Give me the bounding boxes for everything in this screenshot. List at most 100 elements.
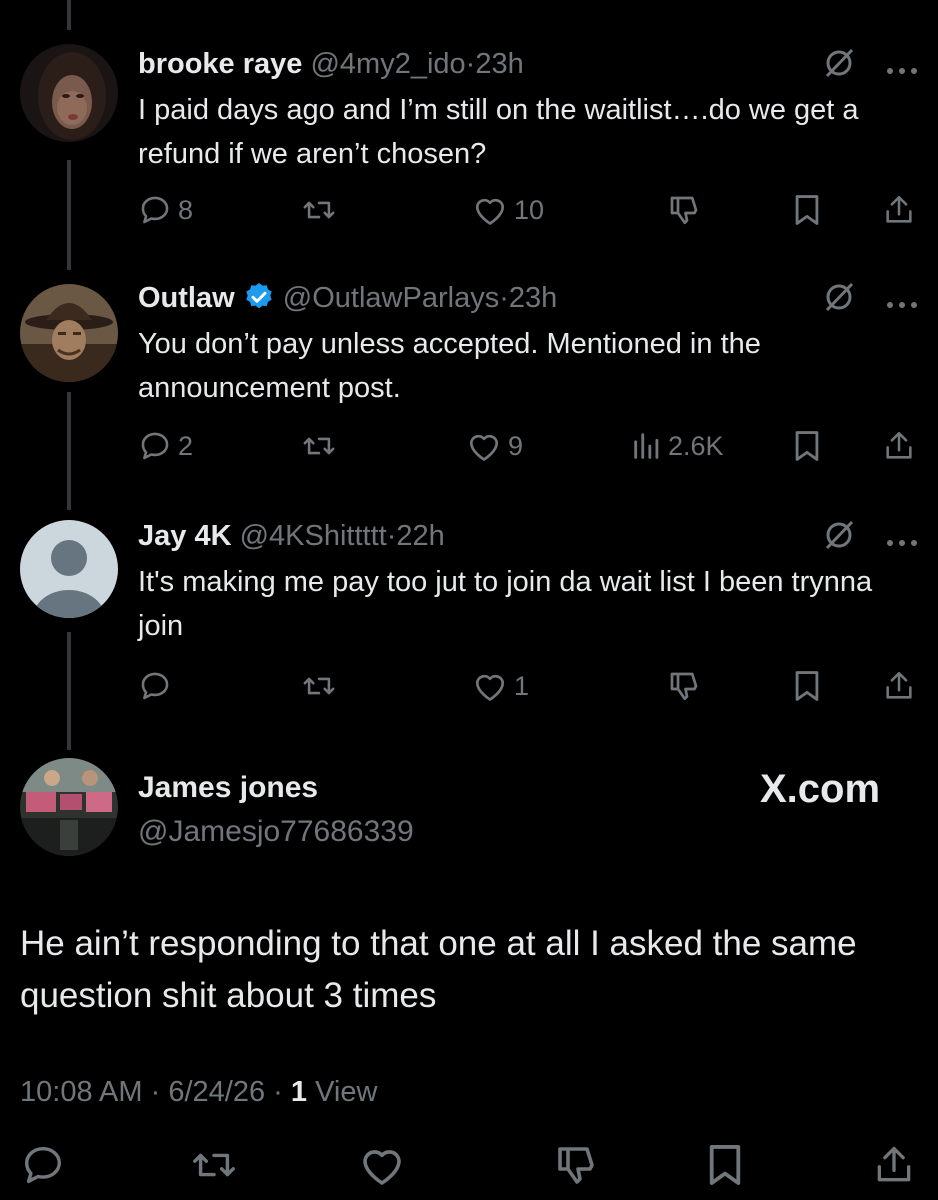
repost-button[interactable] <box>300 666 338 706</box>
like-button[interactable]: 1 <box>472 666 529 706</box>
dislike-button[interactable] <box>666 666 702 706</box>
like-icon <box>475 674 505 701</box>
post-time[interactable]: 10:08 AM <box>20 1076 143 1108</box>
more-icon[interactable] <box>886 534 918 552</box>
repost-icon <box>303 437 335 455</box>
thread-line <box>67 0 71 30</box>
reply-button[interactable]: 8 <box>138 190 193 230</box>
bookmark-button[interactable] <box>792 426 822 466</box>
more-icon[interactable] <box>886 62 918 80</box>
tweet-text: You don’t pay unless accepted. Mentioned… <box>138 328 761 404</box>
tweet-text: I paid days ago and I’m still on the wai… <box>138 94 859 170</box>
author-name[interactable]: brooke raye <box>138 48 302 80</box>
dislike-icon <box>670 196 698 225</box>
reply-button[interactable]: 2 <box>138 426 193 466</box>
share-icon <box>886 195 912 223</box>
author-name[interactable]: Jay 4K <box>138 520 232 552</box>
like-icon <box>469 434 499 461</box>
views-icon <box>634 433 659 459</box>
author-name[interactable]: Outlaw <box>138 282 235 314</box>
author-handle[interactable]: @OutlawParlays <box>283 282 499 314</box>
like-button[interactable]: 9 <box>466 426 523 466</box>
tweet-header: brooke raye @4my2_ido·23h <box>138 44 524 84</box>
share-button[interactable] <box>882 190 916 230</box>
like-count: 10 <box>514 194 545 225</box>
grok-icon[interactable] <box>822 518 856 557</box>
like-icon <box>363 1150 401 1185</box>
share-icon <box>877 1146 911 1182</box>
repost-button[interactable] <box>300 426 338 466</box>
thread-line <box>67 632 71 750</box>
repost-icon <box>303 201 335 219</box>
verified-icon <box>246 283 272 309</box>
reply-icon <box>141 432 169 460</box>
dislike-button[interactable] <box>552 1140 600 1190</box>
like-count: 9 <box>508 430 524 461</box>
thread-line <box>67 392 71 510</box>
separator: · <box>386 520 397 552</box>
timestamp[interactable]: 23h <box>475 48 523 80</box>
author-handle[interactable]: @4my2_ido <box>310 48 465 80</box>
reply-count: 8 <box>178 194 194 225</box>
action-bar: 1 <box>138 666 918 706</box>
repost-icon <box>193 1153 235 1177</box>
reply-tweet[interactable]: Outlaw @OutlawParlays·23h You don’t pay … <box>138 278 918 468</box>
tweet-header: Outlaw @OutlawParlays·23h <box>138 278 557 318</box>
share-icon <box>886 671 912 699</box>
repost-button[interactable] <box>300 190 338 230</box>
post-action-bar <box>0 1140 938 1190</box>
avatar[interactable] <box>20 44 118 142</box>
grok-icon[interactable] <box>822 46 856 85</box>
timestamp[interactable]: 23h <box>509 282 557 314</box>
views-count: 1 <box>290 1076 308 1108</box>
bookmark-icon <box>709 1145 741 1185</box>
grok-icon[interactable] <box>822 280 856 319</box>
bookmark-button[interactable] <box>792 190 822 230</box>
share-button[interactable] <box>872 1140 916 1190</box>
separator: · <box>273 1076 283 1108</box>
separator: · <box>465 48 476 80</box>
post-meta: 10:08 AM · 6/24/26 · 1 View <box>20 1072 377 1112</box>
author-handle[interactable]: @4KShittttt <box>240 520 387 552</box>
dislike-icon <box>670 672 698 701</box>
post-date[interactable]: 6/24/26 <box>168 1076 265 1108</box>
post-text: He ain’t responding to that one at all I… <box>20 924 857 1015</box>
author-handle[interactable]: @Jamesjo77686339 <box>138 812 414 852</box>
watermark: X.com <box>760 767 881 811</box>
dislike-button[interactable] <box>666 190 702 230</box>
avatar[interactable] <box>20 520 118 618</box>
views-button[interactable]: 2.6K <box>632 426 724 466</box>
reply-button[interactable] <box>138 666 178 706</box>
action-bar: 8 10 <box>138 190 918 230</box>
repost-button[interactable] <box>188 1140 240 1190</box>
thread-line <box>67 160 71 270</box>
tweet-text: It's making me pay too jut to join da wa… <box>138 566 873 642</box>
dislike-icon <box>558 1147 594 1184</box>
share-button[interactable] <box>882 426 916 466</box>
author-name[interactable]: James jones <box>138 768 318 808</box>
avatar[interactable] <box>20 284 118 382</box>
reply-tweet[interactable]: brooke raye @4my2_ido·23h I paid days ag… <box>138 44 918 234</box>
like-button[interactable] <box>358 1140 406 1190</box>
reply-tweet[interactable]: Jay 4K @4KShittttt·22h It's making me pa… <box>138 516 918 706</box>
reply-count: 2 <box>178 430 194 461</box>
reply-icon <box>141 672 169 700</box>
views-label: View <box>315 1076 378 1108</box>
separator: · <box>499 282 509 314</box>
timestamp[interactable]: 22h <box>396 520 444 552</box>
views-count: 2.6K <box>668 430 724 461</box>
reply-icon <box>24 1146 62 1184</box>
tweet-header: Jay 4K @4KShittttt·22h <box>138 516 445 556</box>
avatar[interactable] <box>20 758 118 856</box>
like-count: 1 <box>514 670 530 701</box>
bookmark-icon <box>795 195 819 225</box>
bookmark-icon <box>795 671 819 701</box>
share-button[interactable] <box>882 666 916 706</box>
more-icon[interactable] <box>886 296 918 314</box>
bookmark-button[interactable] <box>792 666 822 706</box>
reply-button[interactable] <box>20 1140 66 1190</box>
bookmark-button[interactable] <box>706 1140 744 1190</box>
separator: · <box>150 1076 161 1108</box>
like-button[interactable]: 10 <box>472 190 544 230</box>
share-icon <box>886 431 912 459</box>
